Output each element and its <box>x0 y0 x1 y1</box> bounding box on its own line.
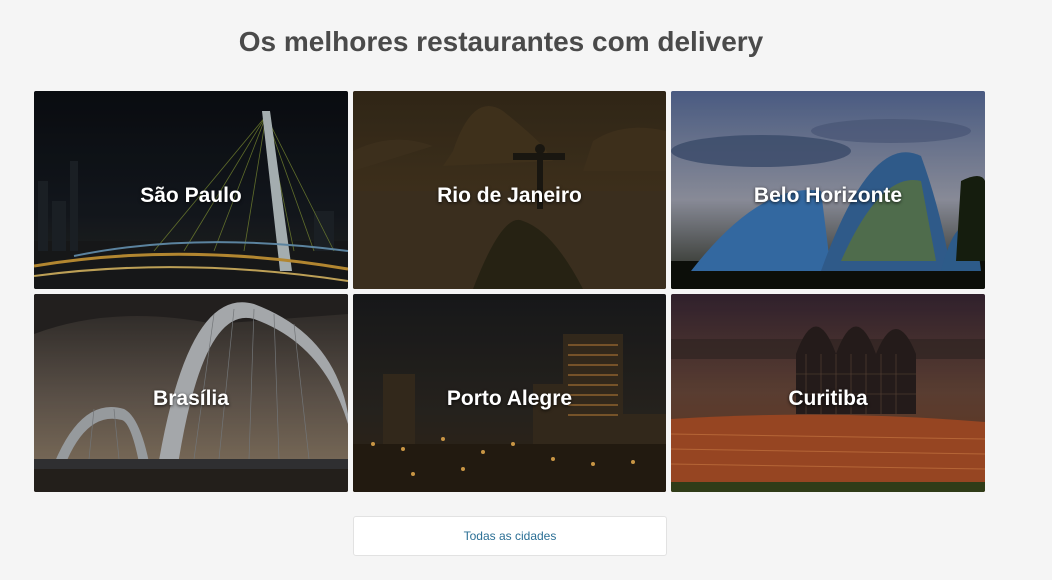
city-card-curitiba[interactable]: Curitiba <box>671 294 985 492</box>
city-name: Curitiba <box>788 387 868 410</box>
city-name: Porto Alegre <box>446 387 573 410</box>
page-title: Os melhores restaurantes com delivery <box>238 26 764 57</box>
city-grid: São Paulo Rio de Janeiro Belo Horizonte … <box>34 91 985 492</box>
city-card-sao-paulo[interactable]: São Paulo <box>34 91 348 289</box>
city-card-brasilia[interactable]: Brasília <box>34 294 348 492</box>
city-name: Rio de Janeiro <box>437 184 582 207</box>
city-card-belo-horizonte[interactable]: Belo Horizonte <box>671 91 985 289</box>
city-name: Brasília <box>153 387 229 410</box>
all-cities-button[interactable]: Todas as cidades <box>353 516 667 556</box>
city-name: Belo Horizonte <box>753 184 903 207</box>
city-card-porto-alegre[interactable]: Porto Alegre <box>353 294 666 492</box>
city-card-rio-de-janeiro[interactable]: Rio de Janeiro <box>353 91 666 289</box>
city-name: São Paulo <box>140 184 242 207</box>
